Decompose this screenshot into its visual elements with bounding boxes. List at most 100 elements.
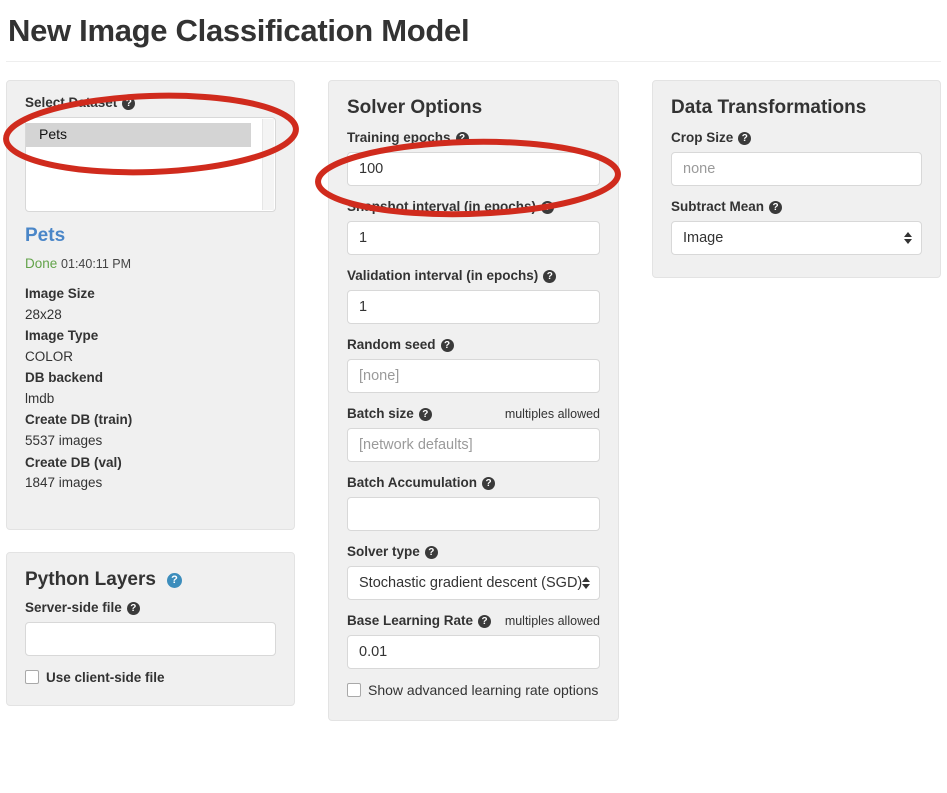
subtract-mean-label-row: Subtract Mean ?	[671, 199, 922, 216]
advanced-lr-checkbox[interactable]	[347, 682, 361, 697]
batch-accumulation-label: Batch Accumulation	[347, 475, 478, 491]
listbox-scrollbar[interactable]	[262, 119, 274, 210]
snapshot-interval-field: Snapshot interval (in epochs) ? 1	[347, 199, 600, 255]
stat-value: 1847 images	[25, 475, 103, 491]
training-epochs-input[interactable]: 100	[347, 151, 600, 186]
base-learning-rate-input[interactable]: 0.01	[347, 634, 600, 669]
advanced-lr-label: Show advanced learning rate options	[368, 681, 599, 698]
validation-interval-input[interactable]: 1	[347, 289, 600, 324]
middle-column: Solver Options Training epochs ? 100 Sna…	[328, 80, 619, 721]
stat-term: Create DB (train)	[25, 412, 133, 428]
server-side-file-label: Server-side file	[25, 600, 122, 616]
server-side-file-field: Server-side file ?	[25, 600, 276, 656]
dataset-listbox[interactable]: Pets	[25, 117, 276, 212]
title-divider	[6, 61, 941, 63]
random-seed-input[interactable]: [none]	[347, 358, 600, 393]
help-icon[interactable]: ?	[769, 200, 783, 214]
advanced-lr-row[interactable]: Show advanced learning rate options	[347, 682, 600, 698]
subtract-mean-label: Subtract Mean	[671, 199, 765, 215]
help-icon[interactable]: ?	[126, 601, 140, 615]
batch-size-label: Batch size	[347, 406, 414, 422]
help-icon[interactable]: ?	[541, 200, 555, 214]
solver-options-panel: Solver Options Training epochs ? 100 Sna…	[328, 80, 619, 721]
help-icon[interactable]: ?	[482, 476, 496, 490]
select-dataset-panel: Select Dataset ? Pets Pets Done 01:40:11…	[6, 80, 295, 531]
subtract-mean-value: Image	[683, 229, 724, 246]
stat-term: Create DB (val)	[25, 454, 122, 470]
data-transformations-title: Data Transformations	[671, 97, 867, 118]
solver-type-select[interactable]: Stochastic gradient descent (SGD)	[347, 565, 600, 600]
left-column: Select Dataset ? Pets Pets Done 01:40:11…	[6, 80, 295, 706]
status-badge: Done	[25, 255, 58, 271]
crop-size-input[interactable]: none	[671, 151, 922, 186]
list-item[interactable]: Pets	[26, 123, 251, 147]
right-column: Data Transformations Crop Size ? none Su…	[652, 80, 941, 278]
select-dataset-label: Select Dataset	[25, 95, 118, 111]
help-icon[interactable]: ?	[455, 131, 469, 145]
python-layers-panel: Python Layers ? Server-side file ? Use c…	[6, 552, 295, 706]
help-icon[interactable]: ?	[122, 97, 136, 110]
page-title: New Image Classification Model	[8, 13, 470, 48]
python-layers-title: Python Layers	[25, 569, 156, 591]
snapshot-interval-label-row: Snapshot interval (in epochs) ?	[347, 199, 600, 216]
validation-interval-field: Validation interval (in epochs) ? 1	[347, 268, 600, 324]
subtract-mean-select[interactable]: Image	[671, 220, 922, 255]
help-icon[interactable]: ?	[418, 407, 432, 421]
snapshot-interval-label: Snapshot interval (in epochs)	[347, 199, 537, 215]
base-learning-rate-label-row: Base Learning Rate ? multiples allowed	[347, 613, 600, 630]
batch-size-field: Batch size ? multiples allowed [network …	[347, 406, 600, 462]
stat-value: 5537 images	[25, 433, 103, 448]
help-icon-blue[interactable]: ?	[166, 572, 182, 588]
solver-options-title: Solver Options	[347, 97, 483, 118]
batch-accumulation-label-row: Batch Accumulation ?	[347, 475, 600, 492]
batch-size-hint: multiples allowed	[504, 407, 600, 422]
random-seed-label-row: Random seed ?	[347, 337, 600, 354]
training-epochs-label: Training epochs	[347, 130, 451, 146]
crop-size-label: Crop Size	[671, 130, 734, 146]
crop-size-field: Crop Size ? none	[671, 130, 922, 186]
dataset-stats: Image Size 28x28 Image Type COLOR DB bac…	[25, 284, 276, 493]
help-icon[interactable]: ?	[478, 614, 492, 628]
batch-size-input[interactable]: [network defaults]	[347, 427, 600, 462]
dataset-name-link[interactable]: Pets	[25, 225, 276, 247]
batch-size-label-row: Batch size ? multiples allowed	[347, 406, 600, 423]
help-icon[interactable]: ?	[440, 338, 454, 352]
help-icon[interactable]: ?	[543, 269, 557, 283]
solver-type-field: Solver type ? Stochastic gradient descen…	[347, 544, 600, 600]
server-side-file-label-row: Server-side file ?	[25, 600, 276, 617]
stat-term: DB backend	[25, 370, 104, 386]
stat-value: lmdb	[25, 390, 55, 406]
use-client-side-file-checkbox[interactable]	[25, 670, 39, 685]
solver-type-label: Solver type	[347, 544, 420, 560]
crop-size-label-row: Crop Size ?	[671, 130, 922, 147]
validation-interval-label: Validation interval (in epochs)	[347, 268, 539, 284]
solver-type-label-row: Solver type ?	[347, 544, 600, 561]
server-side-file-input[interactable]	[25, 621, 276, 656]
data-transformations-panel: Data Transformations Crop Size ? none Su…	[652, 80, 941, 278]
subtract-mean-field: Subtract Mean ? Image	[671, 199, 922, 255]
use-client-side-file-label: Use client-side file	[46, 669, 165, 685]
help-icon[interactable]: ?	[424, 545, 438, 559]
status-timestamp: 01:40:11 PM	[61, 256, 131, 271]
validation-interval-label-row: Validation interval (in epochs) ?	[347, 268, 600, 285]
use-client-side-file-row[interactable]: Use client-side file	[25, 670, 276, 685]
batch-accumulation-input[interactable]	[347, 496, 600, 531]
random-seed-field: Random seed ? [none]	[347, 337, 600, 393]
stat-value: 28x28	[25, 306, 62, 322]
select-dataset-label-row: Select Dataset ?	[25, 95, 276, 112]
help-icon[interactable]: ?	[738, 131, 752, 145]
python-layers-title-row: Python Layers ?	[25, 569, 276, 592]
snapshot-interval-input[interactable]: 1	[347, 220, 600, 255]
chevron-updown-icon	[582, 576, 590, 589]
dataset-status: Done 01:40:11 PM	[25, 256, 276, 271]
stat-value: COLOR	[25, 348, 74, 364]
base-learning-rate-hint: multiples allowed	[504, 614, 600, 629]
solver-type-value: Stochastic gradient descent (SGD)	[359, 574, 583, 591]
batch-accumulation-field: Batch Accumulation ?	[347, 475, 600, 531]
stat-term: Image Type	[25, 328, 99, 344]
base-learning-rate-field: Base Learning Rate ? multiples allowed 0…	[347, 613, 600, 669]
base-learning-rate-label: Base Learning Rate	[347, 613, 474, 629]
chevron-updown-icon	[904, 231, 912, 244]
training-epochs-field: Training epochs ? 100	[347, 130, 600, 186]
training-epochs-label-row: Training epochs ?	[347, 130, 600, 147]
